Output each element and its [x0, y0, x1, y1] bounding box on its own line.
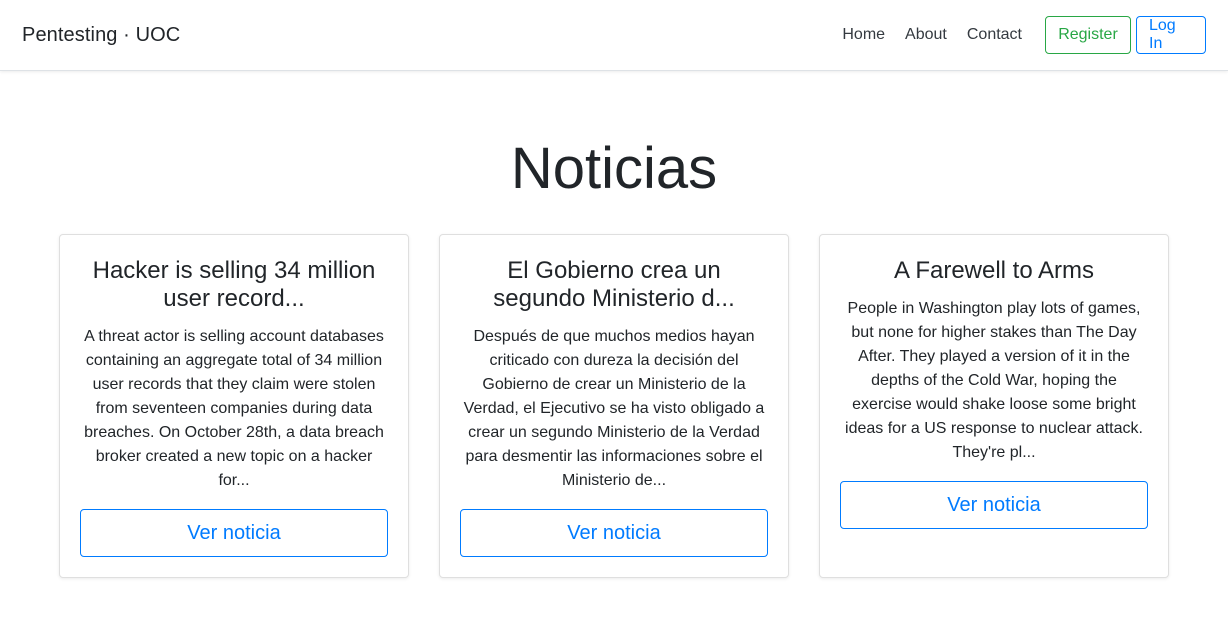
brand-link[interactable]: Pentesting · UOC: [22, 24, 180, 47]
news-card-list: Hacker is selling 34 million user record…: [59, 234, 1169, 578]
news-card: Hacker is selling 34 million user record…: [59, 234, 409, 578]
nav-link-home[interactable]: Home: [842, 26, 885, 44]
nav-link-contact[interactable]: Contact: [967, 26, 1022, 44]
view-news-button[interactable]: Ver noticia: [460, 509, 768, 557]
news-card-title: Hacker is selling 34 million user record…: [92, 257, 376, 312]
news-card-summary: Después de que muchos medios hayan criti…: [463, 328, 765, 489]
news-card: El Gobierno crea un segundo Ministerio d…: [439, 234, 789, 578]
view-news-button[interactable]: Ver noticia: [840, 481, 1148, 529]
news-card-title: A Farewell to Arms: [893, 257, 1095, 284]
page-title: Noticias: [510, 136, 718, 201]
top-navbar: Pentesting · UOC Home About Contact Regi…: [0, 0, 1228, 71]
register-button[interactable]: Register: [1045, 16, 1131, 54]
nav-menu: Home About Contact Register Log In: [842, 16, 1206, 54]
nav-link-about[interactable]: About: [905, 26, 947, 44]
news-card-summary: People in Washington play lots of games,…: [845, 300, 1143, 461]
view-news-button[interactable]: Ver noticia: [80, 509, 388, 557]
news-card-summary: A threat actor is selling account databa…: [84, 328, 384, 489]
news-card: A Farewell to Arms People in Washington …: [819, 234, 1169, 578]
news-card-title: El Gobierno crea un segundo Ministerio d…: [493, 257, 735, 312]
login-button[interactable]: Log In: [1136, 16, 1206, 54]
